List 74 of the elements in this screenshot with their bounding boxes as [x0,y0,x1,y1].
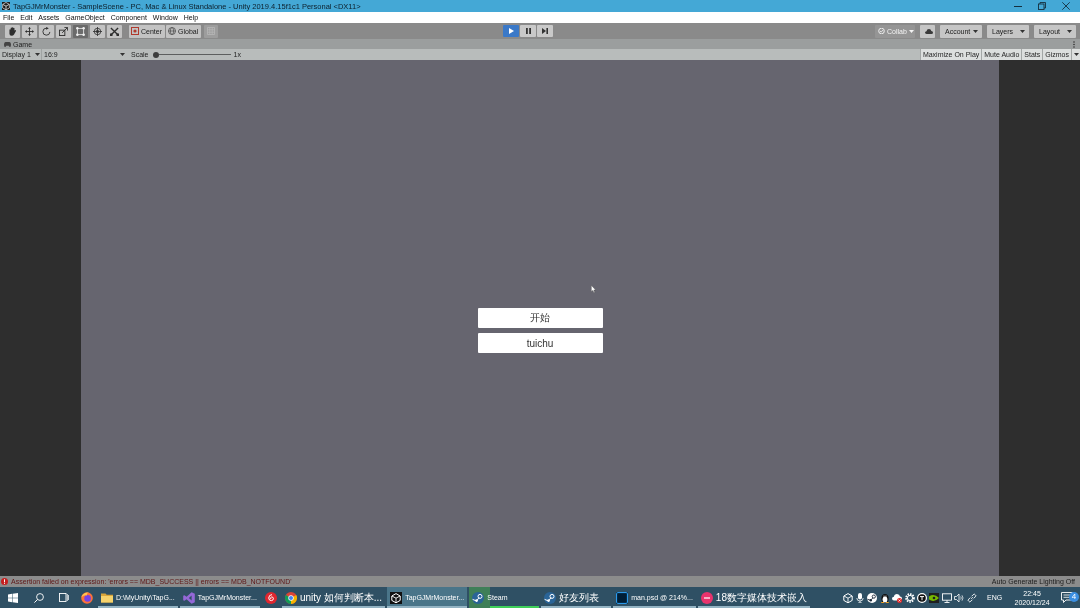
rect-tool-icon [76,26,85,36]
caret-icon [908,29,914,33]
caret-icon [34,53,40,56]
hand-tool-button[interactable] [5,24,20,38]
close-icon [1062,2,1070,10]
eye-logo-icon[interactable] [929,592,940,603]
grid-icon [207,27,216,35]
cube-logo-icon [390,591,403,604]
rotate-tool-button[interactable] [39,24,54,38]
caret-icon [1067,29,1072,33]
monitor-icon[interactable] [941,592,952,603]
scale-slider[interactable] [152,51,231,58]
slider-thumb[interactable] [152,51,159,58]
round-logo-icon[interactable] [917,592,928,603]
link-icon[interactable] [966,592,977,603]
mouse-pointer-icon [591,285,596,293]
windows-logo-icon [8,592,18,603]
rect-tool-button[interactable] [73,24,88,38]
square-logo-icon [616,591,629,604]
caret-icon [973,29,978,33]
error-icon [1,578,8,585]
caret-icon [1020,29,1025,33]
rotate-icon [42,26,51,36]
speaker-icon[interactable] [954,592,965,603]
play-button[interactable] [503,25,519,37]
piston-logo-icon [472,591,485,604]
browser-logo-icon [284,591,297,604]
cloud-button[interactable] [920,24,935,38]
scale-icon [59,26,68,36]
minimize-icon [1014,5,1022,7]
move-icon [25,26,34,36]
scale-tool-button[interactable] [56,24,71,38]
folder-icon [101,591,113,604]
transform-tool-button[interactable] [90,24,105,38]
notification-badge: 4 [1069,592,1079,602]
round-logo-icon [700,591,713,604]
step-icon [542,28,548,34]
ribbon-logo-icon [182,591,195,604]
menu-button[interactable]: tuichu [477,333,603,353]
cloud-error-icon[interactable] [892,592,903,603]
pause-icon [525,28,531,34]
microphone-icon[interactable] [855,592,866,603]
taskbar-item[interactable]: unity 如何判断本... [281,587,386,608]
task-view-icon [58,593,69,602]
swirl-logo-icon [264,591,277,604]
taskbar-item[interactable]: 好友列表 [541,587,612,608]
caret-icon [120,53,125,56]
hand-icon [8,26,17,36]
cube-logo-icon [2,2,10,10]
piston-logo-icon[interactable] [867,592,878,603]
step-button[interactable] [537,25,553,37]
notification-icon[interactable] [1061,592,1073,603]
globe-logo-icon [81,591,93,604]
menu-button[interactable]: 开始 [477,308,603,328]
transform-icon [93,26,102,36]
taskbar-item[interactable]: 18数字媒体技术嵌入 [697,587,810,608]
restore-icon [1038,2,1046,10]
caret-icon [1073,53,1079,56]
check-circle-icon [878,28,885,34]
piston-logo-icon [544,591,557,604]
cloud-icon [925,28,933,34]
penguin-icon[interactable] [879,592,890,603]
gizmos-menu-button[interactable] [1071,49,1080,60]
crossed-tools-icon [110,26,119,36]
move-tool-button[interactable] [22,24,37,38]
cube-logo-icon[interactable] [842,592,853,603]
gamepad-icon [4,41,11,47]
custom-tool-button[interactable] [107,24,122,38]
gear-icon[interactable] [904,592,915,603]
pause-button[interactable] [520,25,536,37]
search-icon [33,592,44,603]
pivot-icon [131,27,139,35]
globe-icon [168,27,176,35]
play-icon [508,28,514,34]
